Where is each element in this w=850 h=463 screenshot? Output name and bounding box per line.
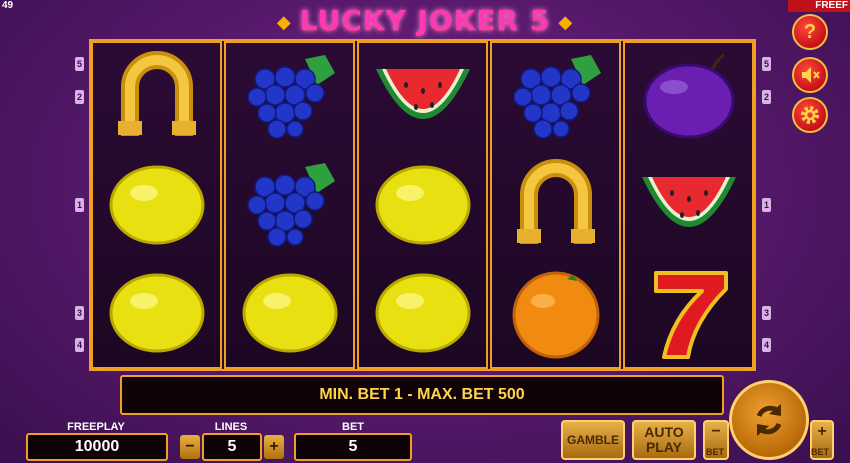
- bet-value: 5: [294, 433, 412, 461]
- autoplay-label-1: AUTO: [644, 424, 684, 440]
- line-marker-right-3: 3: [762, 306, 771, 320]
- autoplay-label-2: PLAY: [645, 439, 683, 455]
- lemon-icon: [97, 153, 217, 257]
- grapes-icon: [496, 45, 616, 149]
- gear-icon: [801, 106, 819, 124]
- game-title: ◆ LUCKY JOKER 5 ◆: [0, 4, 850, 37]
- help-button[interactable]: ?: [792, 14, 828, 50]
- line-marker-right-4: 4: [762, 338, 771, 352]
- bet-minus-symbol: −: [711, 423, 721, 440]
- reel-3: [357, 41, 488, 369]
- freeplay-label: FREEPLAY: [67, 421, 125, 433]
- line-marker-right-5: 5: [762, 57, 771, 71]
- title-left-deco-icon: ◆: [276, 11, 292, 33]
- lemon-icon: [363, 261, 483, 365]
- gamble-button[interactable]: GAMBLE: [561, 420, 625, 460]
- line-marker-left-4: 4: [75, 338, 84, 352]
- grapes-icon: [230, 153, 350, 257]
- horseshoe-icon: [496, 153, 616, 257]
- line-marker-right-2: 2: [762, 90, 771, 104]
- lines-plus-button[interactable]: +: [264, 435, 284, 459]
- line-marker-left-2: 2: [75, 90, 84, 104]
- lines-minus-button[interactable]: −: [180, 435, 200, 459]
- orange-icon: [496, 261, 616, 365]
- freeplay-value: 10000: [26, 433, 168, 461]
- help-icon: ?: [803, 20, 817, 43]
- bet-label: BET: [342, 421, 364, 433]
- reel-2: [224, 41, 355, 369]
- spin-arrows-icon: [756, 404, 782, 436]
- watermelon-icon: [629, 153, 749, 257]
- reels-frame: [89, 39, 756, 371]
- plum-icon: [629, 45, 749, 149]
- watermelon-icon: [363, 45, 483, 149]
- settings-button[interactable]: [792, 97, 828, 133]
- line-marker-left-5: 5: [75, 57, 84, 71]
- seven-icon: [629, 261, 749, 365]
- lemon-icon: [363, 153, 483, 257]
- reel-4: [490, 41, 621, 369]
- horseshoe-icon: [97, 45, 217, 149]
- sound-muted-icon: [802, 67, 820, 83]
- bet-plus-symbol: +: [817, 423, 827, 440]
- spin-button[interactable]: [729, 380, 809, 460]
- lines-value: 5: [202, 433, 262, 461]
- title-text: LUCKY JOKER 5: [299, 4, 551, 37]
- line-marker-right-1: 1: [762, 198, 771, 212]
- lemon-icon: [97, 261, 217, 365]
- sound-button[interactable]: [792, 57, 828, 93]
- bet-plus-label: BET: [811, 447, 829, 457]
- grapes-icon: [230, 45, 350, 149]
- lines-label: LINES: [214, 421, 248, 433]
- reel-5: [623, 41, 754, 369]
- reel-1: [91, 41, 222, 369]
- line-marker-left-1: 1: [75, 198, 84, 212]
- gamble-button-label: GAMBLE: [567, 432, 619, 447]
- lemon-icon: [230, 261, 350, 365]
- autoplay-button[interactable]: AUTO PLAY: [632, 420, 696, 460]
- bet-minus-label: BET: [706, 447, 724, 457]
- bet-limits-banner: MIN. BET 1 - MAX. BET 500: [120, 375, 724, 415]
- line-marker-left-3: 3: [75, 306, 84, 320]
- title-right-deco-icon: ◆: [558, 11, 574, 33]
